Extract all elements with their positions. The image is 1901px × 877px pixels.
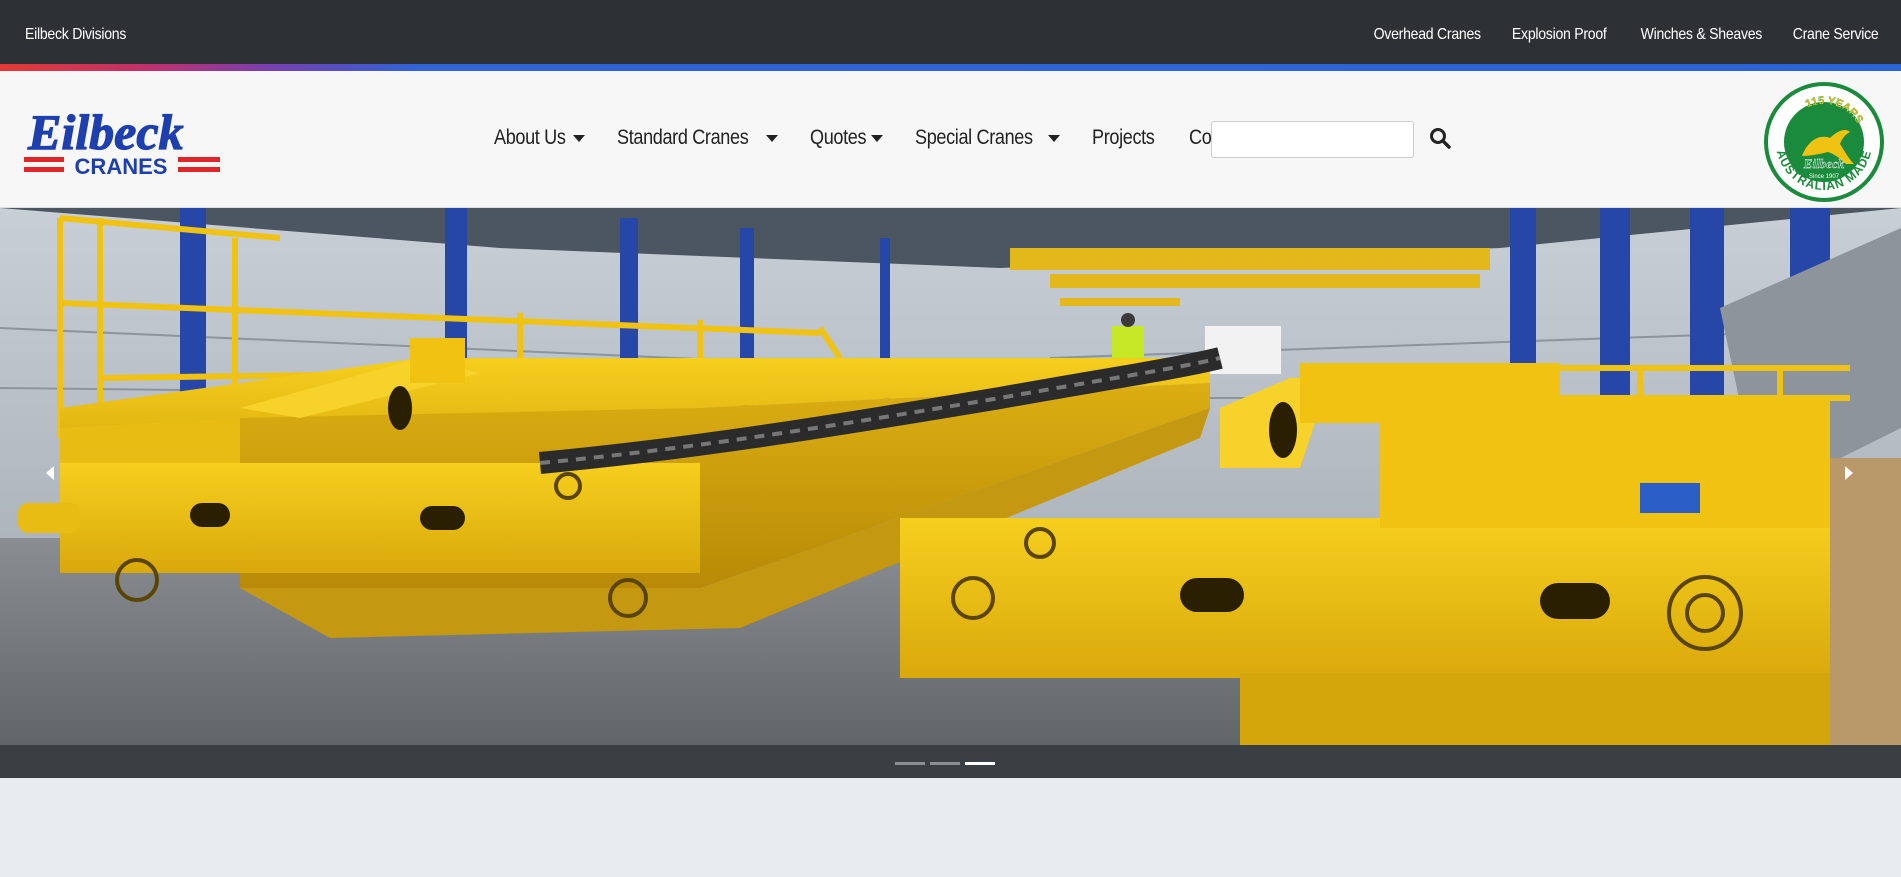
carousel-indicator-2[interactable] xyxy=(930,762,960,765)
nav-standard-cranes[interactable]: Standard Cranes xyxy=(617,126,778,150)
nav-special-cranes[interactable]: Special Cranes xyxy=(915,126,1061,150)
accent-stripe xyxy=(0,64,1901,71)
nav-quotes[interactable]: Quotes xyxy=(810,126,884,150)
division-link-crane-service[interactable]: Crane Service xyxy=(1792,26,1878,44)
logo-subword: CRANES xyxy=(75,154,168,179)
caret-down-icon xyxy=(573,134,586,142)
nav-projects[interactable]: Projects xyxy=(1092,126,1157,150)
divisions-label[interactable]: Eilbeck Divisions xyxy=(25,26,126,44)
badge-brand: Eilbeck xyxy=(1803,156,1845,171)
australian-made-badge: Eilbeck Since 1907 115 YEARS AUSTRALIAN … xyxy=(1764,82,1884,202)
page-body-area xyxy=(0,778,1901,877)
main-header: Eilbeck CRANES About Us Standard Cranes … xyxy=(0,71,1901,208)
carousel-indicator-1[interactable] xyxy=(895,762,925,765)
carousel-indicators xyxy=(895,762,995,765)
divisions-links: Overhead Cranes Explosion Proof Winches … xyxy=(1371,26,1879,44)
search-input[interactable] xyxy=(1211,121,1414,158)
search-icon[interactable] xyxy=(1428,126,1452,150)
chevron-left-icon[interactable] xyxy=(40,458,64,488)
hero-image-crane-workshop xyxy=(0,208,1901,778)
division-link-winches-sheaves[interactable]: Winches & Sheaves xyxy=(1641,26,1763,44)
division-link-overhead-cranes[interactable]: Overhead Cranes xyxy=(1374,26,1481,44)
logo-wordmark: Eilbeck xyxy=(27,104,184,160)
carousel-indicator-3[interactable] xyxy=(965,762,995,765)
divisions-bar: Eilbeck Divisions Overhead Cranes Explos… xyxy=(0,0,1901,64)
eilbeck-cranes-logo[interactable]: Eilbeck CRANES xyxy=(24,101,220,183)
caret-down-icon xyxy=(765,134,778,142)
main-nav: About Us Standard Cranes Quotes Special … xyxy=(494,126,1282,150)
caret-down-icon xyxy=(1048,134,1061,142)
chevron-right-icon[interactable] xyxy=(1837,458,1861,488)
hero-carousel xyxy=(0,208,1901,778)
caret-down-icon xyxy=(871,134,884,142)
nav-about-us[interactable]: About Us xyxy=(494,126,586,150)
division-link-explosion-proof[interactable]: Explosion Proof xyxy=(1512,26,1607,44)
